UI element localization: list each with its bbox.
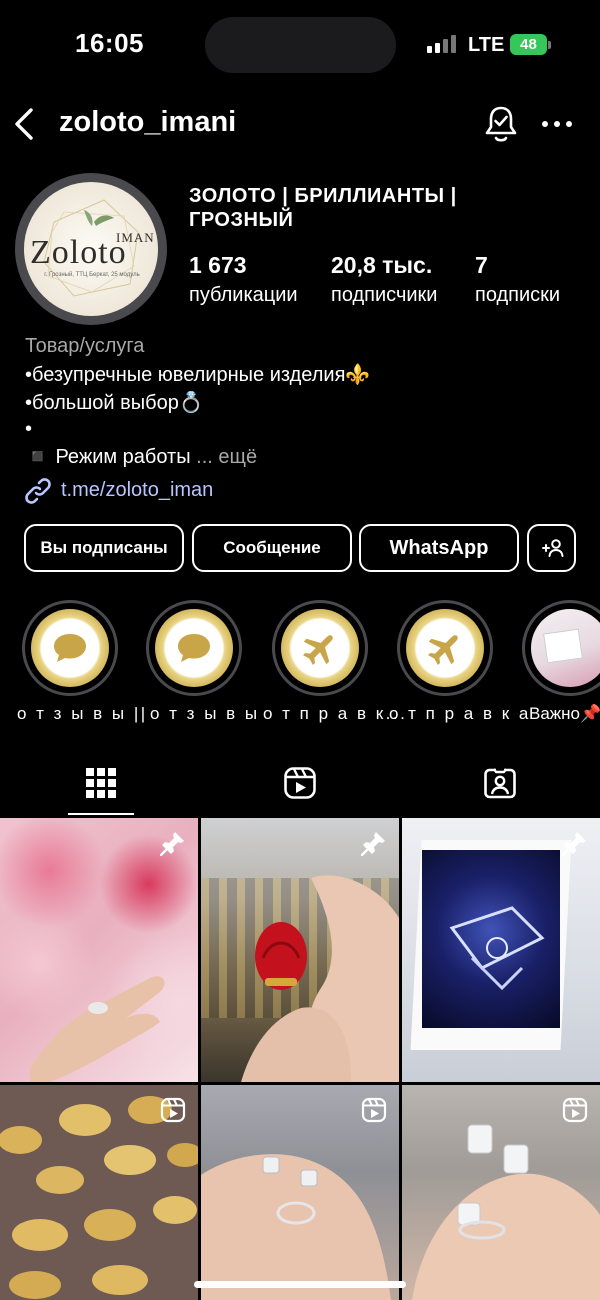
hand-shape — [30, 976, 165, 1082]
reel-icon — [361, 1097, 387, 1123]
back-arrow-icon[interactable] — [12, 107, 40, 141]
post-tile[interactable] — [0, 1085, 198, 1300]
speech-bubble-icon — [178, 634, 210, 662]
stat-posts[interactable]: 1 673 публикации — [189, 252, 298, 307]
highlight-cover — [31, 609, 109, 687]
post-tile[interactable] — [0, 818, 198, 1082]
stat-followers-label: подписчики — [331, 284, 438, 306]
battery-icon: 48 — [510, 34, 547, 55]
post-tile[interactable] — [201, 818, 399, 1082]
stat-followers[interactable]: 20,8 тыс. подписчики — [331, 252, 437, 307]
more-options-icon[interactable] — [540, 115, 574, 133]
stat-following-value: 7 — [475, 252, 488, 278]
photo-card — [543, 628, 583, 664]
network-label: LTE — [468, 34, 505, 56]
jewelry-set — [449, 906, 545, 991]
bio-line: • — [25, 418, 33, 440]
highlight-label: о т з ы в ы || — [17, 704, 148, 723]
link-icon — [25, 478, 51, 504]
notification-bell-icon[interactable] — [482, 104, 520, 144]
cellular-signal-icon — [427, 35, 457, 53]
subscribed-button[interactable]: Вы подписаны — [24, 524, 184, 572]
highlight-reviews-1[interactable] — [22, 600, 118, 696]
highlight-reviews-2[interactable] — [146, 600, 242, 696]
bio-line: •безупречные ювелирные изделия⚜️ — [25, 364, 371, 386]
highlight-label: о т з ы в ы — [150, 704, 260, 723]
avatar-logo-sub: г. Грозный, ТТЦ Беркат, 25 модуль — [44, 272, 140, 278]
pin-icon — [562, 832, 586, 856]
home-indicator[interactable] — [194, 1281, 406, 1288]
avatar[interactable]: IMAN Zoloto г. Грозный, ТТЦ Беркат, 25 м… — [24, 182, 158, 316]
profile-display-name: ЗОЛОТО | БРИЛЛИАНТЫ | ГРОЗНЫЙ — [189, 185, 457, 231]
highlight-cover — [281, 609, 359, 687]
profile-link[interactable]: t.me/zoloto_iman — [61, 479, 213, 502]
post-tile[interactable] — [201, 1085, 399, 1300]
dynamic-island — [205, 17, 396, 73]
bio-line-hours: ◾️ Режим работы — [25, 446, 191, 468]
highlight-label: о т п р а в к... — [263, 704, 408, 723]
message-button[interactable]: Сообщение — [192, 524, 352, 572]
post-tile[interactable] — [402, 1085, 600, 1300]
airplane-icon — [428, 635, 458, 665]
post-tile[interactable] — [402, 818, 600, 1082]
stat-following[interactable]: 7 подписки — [475, 252, 560, 307]
hand-with-earrings — [201, 1154, 391, 1300]
highlight-cover — [406, 609, 484, 687]
grid-icon[interactable] — [84, 766, 118, 800]
reels-icon[interactable] — [283, 766, 317, 800]
suggested-users-button[interactable] — [527, 524, 576, 572]
hand-with-earrings-ring — [412, 1124, 600, 1300]
highlight-cover — [155, 609, 233, 687]
reel-icon — [562, 1097, 588, 1123]
highlight-cover — [531, 609, 600, 687]
speech-bubble-icon — [54, 634, 86, 662]
bio-line-with-more: ◾️ Режим работы ... ещё — [25, 444, 257, 469]
stat-posts-label: публикации — [189, 284, 298, 306]
highlight-shipping-1[interactable] — [272, 600, 368, 696]
battery-tip — [548, 41, 551, 49]
hand-holding-rose-box — [241, 875, 399, 1082]
highlight-label: Важно📌 — [529, 704, 600, 723]
highlight-shipping-2[interactable] — [397, 600, 493, 696]
highlight-important[interactable] — [522, 600, 600, 696]
add-person-icon — [541, 539, 563, 557]
profile-category: Товар/услуга — [25, 335, 145, 357]
stat-following-label: подписки — [475, 284, 561, 306]
reel-icon — [160, 1097, 186, 1123]
active-tab-indicator — [68, 813, 134, 815]
pin-icon — [361, 832, 385, 856]
highlight-label: о т п р а в к а — [389, 704, 531, 723]
status-time: 16:05 — [75, 28, 144, 58]
bio-line: •большой выбор💍 — [25, 392, 204, 414]
tagged-icon[interactable] — [483, 766, 517, 800]
stat-followers-value: 20,8 тыс. — [331, 252, 433, 278]
header-username: zoloto_imani — [59, 106, 237, 138]
pin-icon — [160, 832, 184, 856]
bio-more-link[interactable]: ... ещё — [196, 446, 257, 468]
avatar-logo-main: Zoloto — [30, 234, 127, 271]
airplane-icon — [303, 635, 333, 665]
whatsapp-button[interactable]: WhatsApp — [359, 524, 519, 572]
stat-posts-value: 1 673 — [189, 252, 247, 278]
